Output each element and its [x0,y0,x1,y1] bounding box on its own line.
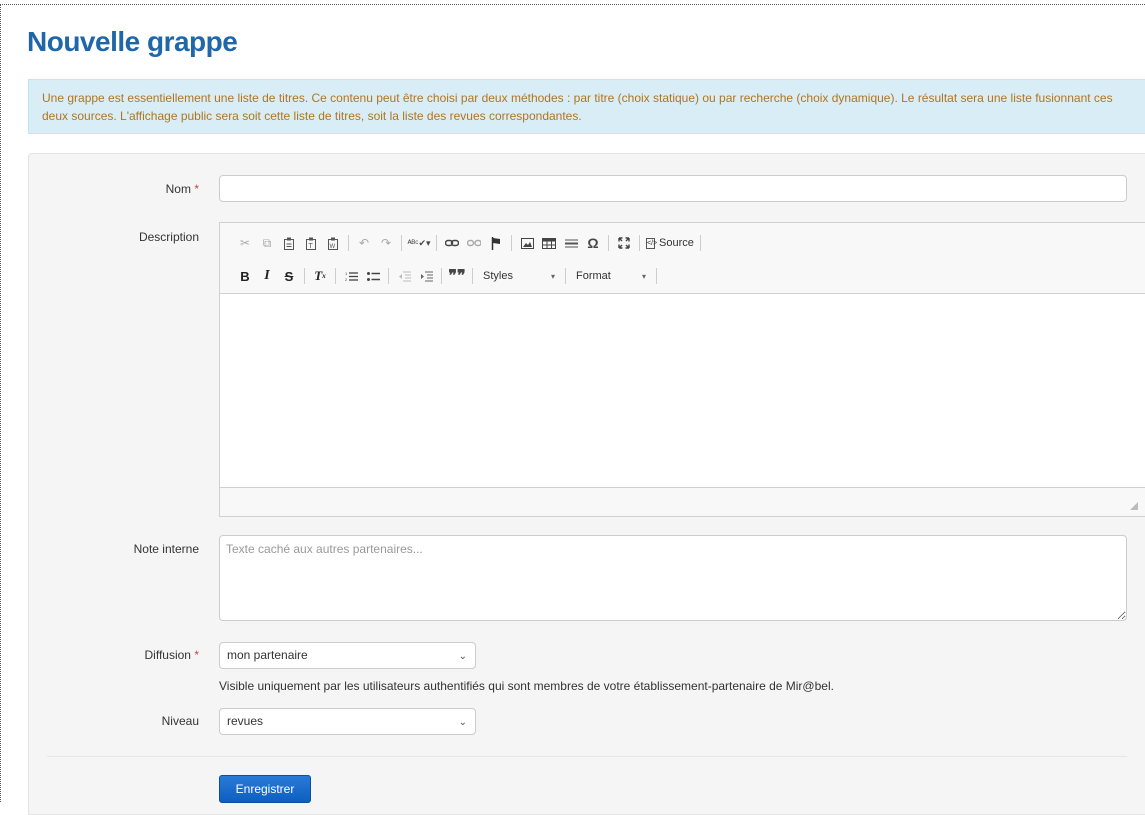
unlink-icon[interactable] [463,232,485,254]
toolbar-separator [436,235,437,251]
styles-dropdown[interactable]: Styles ▾ [477,265,561,287]
toolbar-separator [401,235,402,251]
frame-top-border [0,4,1145,5]
form-divider [47,756,1127,757]
chevron-down-icon: ⌄ [458,717,467,728]
resize-grip-icon[interactable] [1130,502,1138,510]
paste-text-icon[interactable]: T [300,232,322,254]
blockquote-icon[interactable]: ❞❞ [446,265,468,287]
undo-icon[interactable]: ↶ [353,232,375,254]
description-editor: ✂ ⧉ T W ↶ ↷ ᴬᴮᶜ✔▾ Ω </> Source B I S T x… [219,222,1145,517]
toolbar-separator [304,268,305,284]
nom-label-text: Nom [165,182,191,196]
redo-icon[interactable]: ↷ [375,232,397,254]
toolbar-separator [699,235,701,251]
toolbar-separator [639,235,640,251]
special-char-icon[interactable]: Ω [582,232,604,254]
cut-icon[interactable]: ✂ [234,232,256,254]
indent-icon[interactable] [415,265,437,287]
bulleted-list-icon[interactable] [362,265,384,287]
paste-icon[interactable] [278,232,300,254]
required-mark: * [194,182,199,196]
diffusion-select[interactable]: mon partenaire ⌄ [219,642,476,669]
toolbar-separator [472,268,473,284]
outdent-icon[interactable] [393,265,415,287]
horizontal-rule-icon[interactable] [560,232,582,254]
svg-text:2: 2 [345,277,348,282]
nom-label: Nom * [166,182,199,196]
dropdown-arrow-icon: ▾ [550,271,555,281]
image-icon[interactable] [516,232,538,254]
paste-word-icon[interactable]: W [322,232,344,254]
link-icon[interactable] [441,232,463,254]
diffusion-label: Diffusion * [145,648,200,662]
toolbar-separator [608,235,609,251]
save-button[interactable]: Enregistrer [219,775,311,803]
source-button[interactable]: </> Source [644,232,696,254]
table-icon[interactable] [538,232,560,254]
toolbar-row-1: ✂ ⧉ T W ↶ ↷ ᴬᴮᶜ✔▾ Ω </> Source [234,232,705,254]
toolbar-separator [335,268,336,284]
editor-status-bar [220,487,1145,516]
info-alert: Une grappe est essentiellement une liste… [28,79,1145,134]
maximize-icon[interactable] [613,232,635,254]
note-interne-textarea[interactable] [219,535,1127,621]
toolbar-separator [656,268,657,284]
toolbar-separator [565,268,566,284]
toolbar-separator [388,268,389,284]
required-mark: * [194,648,199,662]
diffusion-selected-value: mon partenaire [227,648,308,662]
niveau-select[interactable]: revues ⌄ [219,708,476,735]
diffusion-help-text: Visible uniquement par les utilisateurs … [219,679,834,693]
page-title: Nouvelle grappe [27,26,238,57]
format-dropdown[interactable]: Format ▾ [570,265,652,287]
bold-icon[interactable]: B [234,265,256,287]
italic-icon[interactable]: I [256,265,278,287]
format-label: Format [576,270,611,282]
source-icon: </> [646,237,658,249]
svg-text:T: T [309,243,314,250]
dropdown-arrow-icon: ▾ [641,271,646,281]
toolbar-separator [441,268,442,284]
toolbar-row-2: B I S Tx 12 ❞❞ Styles ▾ Format ▾ [234,265,661,287]
spellcheck-icon[interactable]: ᴬᴮᶜ✔▾ [406,232,432,254]
diffusion-label-text: Diffusion [144,648,191,662]
niveau-label: Niveau [161,714,199,728]
toolbar-separator [511,235,512,251]
editor-content-area[interactable] [220,294,1145,488]
styles-label: Styles [483,270,513,282]
chevron-down-icon: ⌄ [458,651,467,662]
editor-toolbar: ✂ ⧉ T W ↶ ↷ ᴬᴮᶜ✔▾ Ω </> Source B I S T x… [220,223,1145,294]
description-label: Description [138,230,199,244]
numbered-list-icon[interactable]: 12 [340,265,362,287]
svg-text:1: 1 [345,271,348,276]
nom-input[interactable] [219,175,1127,202]
svg-text:W: W [330,244,336,250]
frame-left-border [0,4,1,802]
toolbar-separator [348,235,349,251]
remove-format-icon[interactable]: Tx [309,265,331,287]
note-label: Note interne [133,542,199,556]
niveau-selected-value: revues [227,714,264,728]
copy-icon[interactable]: ⧉ [256,232,278,254]
strike-icon[interactable]: S [278,265,300,287]
source-label: Source [659,237,694,249]
anchor-icon[interactable] [485,232,507,254]
